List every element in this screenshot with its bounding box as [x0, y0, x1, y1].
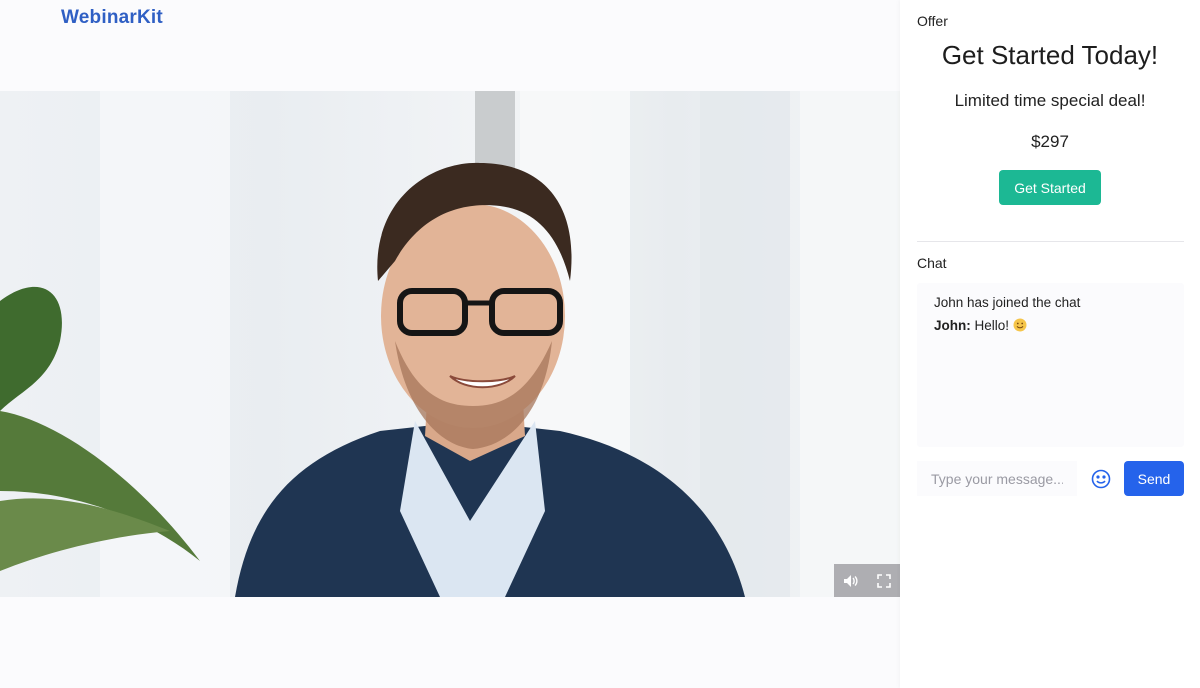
chat-message: John has joined the chat: [934, 295, 1167, 310]
app-logo[interactable]: WebinarKit: [61, 7, 163, 29]
video-player[interactable]: [0, 91, 900, 597]
presenter-video-frame: [0, 91, 900, 597]
chat-compose: Send: [917, 461, 1184, 496]
chat-message-text: Hello!: [970, 318, 1013, 333]
chat-messages: John has joined the chat John: Hello!: [917, 283, 1184, 447]
main-area: WebinarKit: [0, 0, 900, 688]
volume-icon[interactable]: [841, 571, 861, 591]
chat-message: John: Hello!: [934, 318, 1167, 335]
chat-message-input[interactable]: [917, 461, 1077, 496]
section-divider: [917, 241, 1184, 242]
offer-section-label: Offer: [917, 13, 948, 29]
fullscreen-icon[interactable]: [874, 571, 894, 591]
chat-section-label: Chat: [917, 255, 947, 271]
offer-price: $297: [1031, 132, 1069, 151]
smiley-emoji-icon: [1013, 318, 1027, 335]
offer-subtitle: Limited time special deal!: [954, 91, 1146, 110]
smiley-icon[interactable]: [1090, 468, 1111, 489]
get-started-button[interactable]: Get Started: [999, 170, 1101, 205]
chat-message-author: John:: [934, 318, 971, 333]
chat-message-text: John has joined the chat: [934, 295, 1081, 310]
sidebar: Offer Get Started Today! Limited time sp…: [900, 0, 1200, 688]
offer-title: Get Started Today!: [941, 40, 1159, 70]
send-button[interactable]: Send: [1124, 461, 1184, 496]
video-controls: [834, 564, 900, 597]
